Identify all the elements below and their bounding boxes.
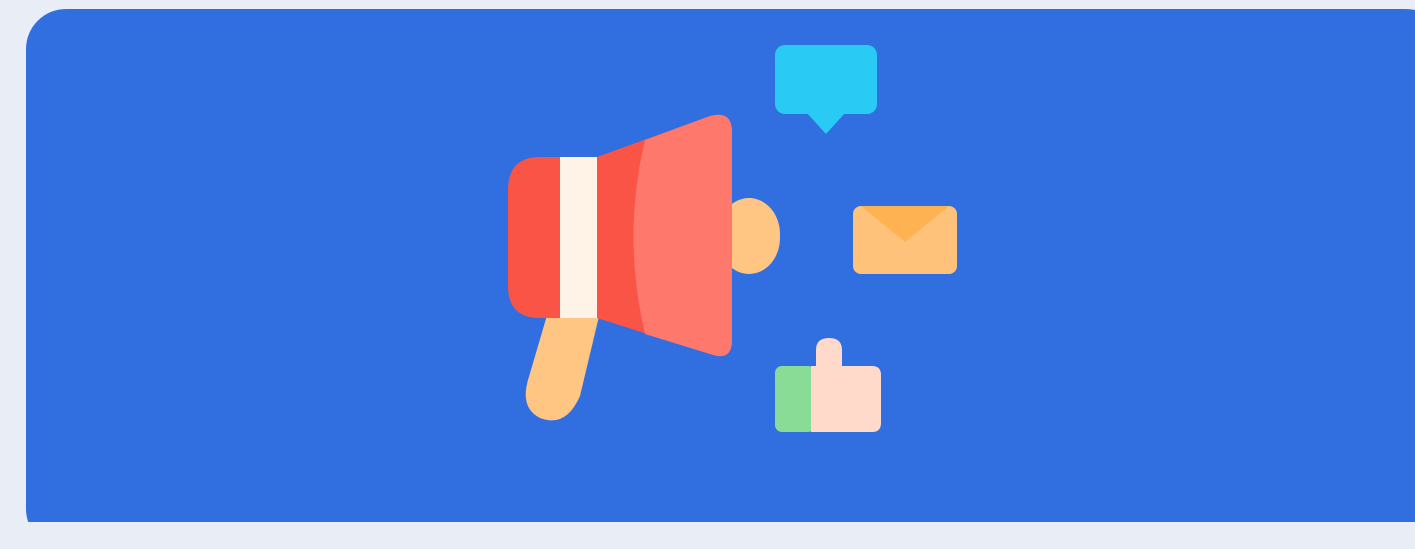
marketing-illustration (26, 9, 1415, 522)
megaphone-band (560, 157, 597, 318)
envelope-icon (853, 206, 957, 274)
megaphone-back (508, 157, 560, 318)
thumb-cuff (775, 366, 815, 432)
megaphone-horn-face (633, 114, 732, 357)
